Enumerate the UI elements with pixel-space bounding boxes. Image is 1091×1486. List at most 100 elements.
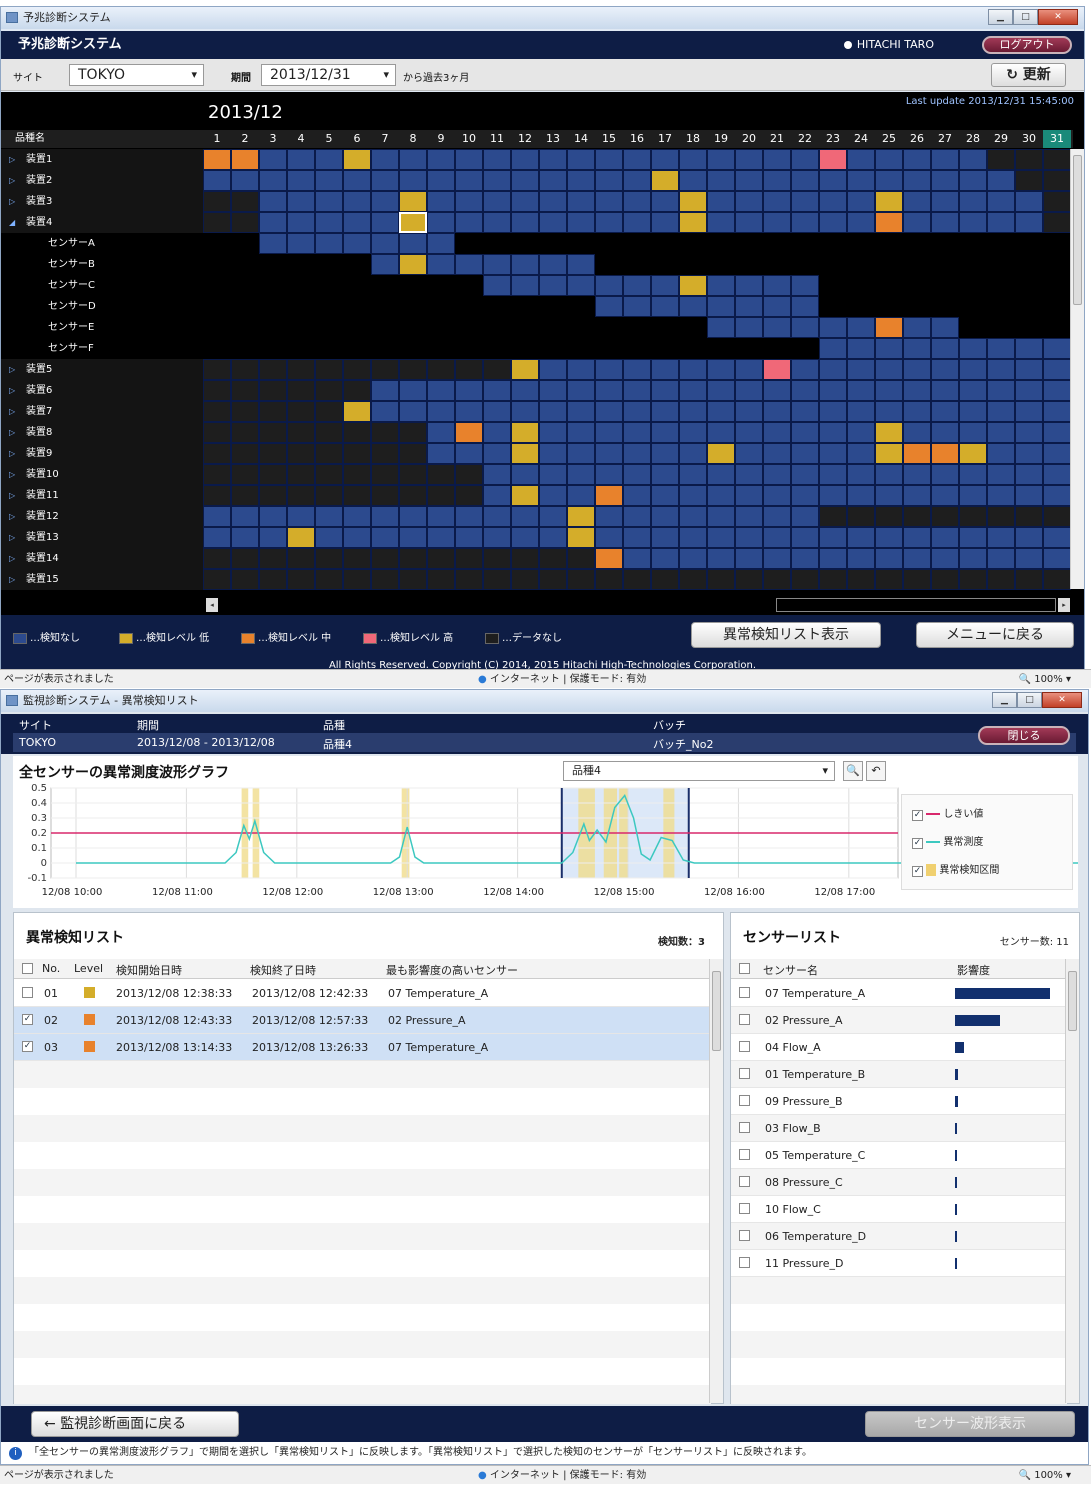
expand-icon[interactable]: ▷	[9, 548, 15, 569]
day-cell[interactable]	[875, 380, 903, 401]
day-cell[interactable]	[1043, 506, 1071, 527]
day-cell[interactable]	[511, 380, 539, 401]
day-cell[interactable]	[847, 191, 875, 212]
day-cell[interactable]	[455, 422, 483, 443]
row-name[interactable]: ▷ 装置3	[1, 191, 203, 212]
day-cell[interactable]	[651, 401, 679, 422]
day-cell[interactable]	[847, 443, 875, 464]
day-cell[interactable]	[707, 317, 735, 338]
day-cell[interactable]	[707, 548, 735, 569]
day-cell[interactable]	[203, 191, 231, 212]
day-cell[interactable]	[959, 338, 987, 359]
day-cell[interactable]	[371, 380, 399, 401]
row-name[interactable]: センサーB	[1, 254, 203, 275]
day-cell[interactable]	[959, 401, 987, 422]
day-cell[interactable]	[287, 233, 315, 254]
day-cell[interactable]	[735, 149, 763, 170]
day-cell[interactable]	[595, 359, 623, 380]
day-cell[interactable]	[791, 464, 819, 485]
day-cell[interactable]	[707, 212, 735, 233]
day-cell[interactable]	[651, 464, 679, 485]
day-cell[interactable]	[511, 485, 539, 506]
sensor-checkbox[interactable]	[739, 1203, 750, 1214]
day-cell[interactable]	[679, 170, 707, 191]
day-cell[interactable]	[203, 548, 231, 569]
close-window-button[interactable]: ✕	[1038, 9, 1078, 25]
sensor-checkbox[interactable]	[739, 1095, 750, 1106]
day-cell[interactable]	[1043, 527, 1071, 548]
day-cell[interactable]	[399, 422, 427, 443]
day-cell[interactable]	[259, 506, 287, 527]
day-cell[interactable]	[203, 422, 231, 443]
day-cell[interactable]	[623, 548, 651, 569]
sensor-checkbox[interactable]	[739, 1068, 750, 1079]
day-cell[interactable]	[511, 548, 539, 569]
day-cell[interactable]	[483, 191, 511, 212]
day-cell[interactable]	[819, 548, 847, 569]
day-cell[interactable]	[483, 170, 511, 191]
row-name[interactable]: ◢ 装置4	[1, 212, 203, 233]
sensor-checkbox[interactable]	[739, 1149, 750, 1160]
day-cell[interactable]	[511, 464, 539, 485]
expand-icon[interactable]: ▷	[9, 527, 15, 548]
day-cell[interactable]	[231, 401, 259, 422]
day-cell[interactable]	[595, 464, 623, 485]
day-cell[interactable]	[987, 548, 1015, 569]
day-cell[interactable]	[399, 359, 427, 380]
day-cell[interactable]	[1015, 149, 1043, 170]
expand-icon[interactable]: ▷	[9, 464, 15, 485]
day-cell[interactable]	[343, 422, 371, 443]
day-cell[interactable]	[315, 422, 343, 443]
day-cell[interactable]	[651, 296, 679, 317]
day-cell[interactable]	[315, 569, 343, 590]
day-cell[interactable]	[623, 464, 651, 485]
day-cell[interactable]	[203, 485, 231, 506]
sensor-waveform-button[interactable]: センサー波形表示	[865, 1411, 1075, 1437]
site-select[interactable]: TOKYO	[69, 64, 204, 86]
day-cell[interactable]	[259, 401, 287, 422]
type-select[interactable]: 品種4	[563, 761, 835, 781]
day-cell[interactable]	[651, 527, 679, 548]
day-cell[interactable]	[623, 296, 651, 317]
day-cell[interactable]	[483, 527, 511, 548]
day-cell[interactable]	[427, 422, 455, 443]
day-cell[interactable]	[819, 170, 847, 191]
day-cell[interactable]	[623, 443, 651, 464]
select-all-checkbox[interactable]	[22, 963, 33, 974]
day-cell[interactable]	[259, 422, 287, 443]
day-cell[interactable]	[987, 485, 1015, 506]
day-cell[interactable]	[903, 380, 931, 401]
day-cell[interactable]	[931, 338, 959, 359]
row-checkbox[interactable]: ✓	[22, 1041, 33, 1052]
expand-icon[interactable]: ▷	[9, 191, 15, 212]
day-cell[interactable]	[231, 506, 259, 527]
day-cell[interactable]	[567, 422, 595, 443]
day-cell[interactable]	[567, 170, 595, 191]
day-cell[interactable]	[1015, 338, 1043, 359]
day-cell[interactable]	[231, 485, 259, 506]
day-cell[interactable]	[427, 359, 455, 380]
day-cell[interactable]	[315, 401, 343, 422]
sensor-row[interactable]: 03 Flow_B	[731, 1115, 1067, 1142]
day-cell[interactable]	[763, 485, 791, 506]
list-row[interactable]: ✓ 03 2013/12/08 13:14:33 2013/12/08 13:26:3…	[14, 1034, 711, 1061]
sensor-row[interactable]: 05 Temperature_C	[731, 1142, 1067, 1169]
day-cell[interactable]	[1043, 485, 1071, 506]
reset-zoom-button[interactable]: ↶	[866, 761, 886, 781]
row-name[interactable]: ▷ 装置1	[1, 149, 203, 170]
day-cell[interactable]	[399, 380, 427, 401]
legend-threshold[interactable]: ✓ しきい値	[912, 805, 983, 821]
sensor-row[interactable]: 01 Temperature_B	[731, 1061, 1067, 1088]
day-cell[interactable]	[259, 191, 287, 212]
sensor-checkbox[interactable]	[739, 1230, 750, 1241]
day-cell[interactable]	[903, 443, 931, 464]
measure-checkbox[interactable]: ✓	[912, 838, 923, 849]
sensor-row[interactable]: 06 Temperature_D	[731, 1223, 1067, 1250]
refresh-button[interactable]: ↻ 更新	[991, 63, 1066, 87]
day-cell[interactable]	[343, 548, 371, 569]
day-cell[interactable]	[791, 380, 819, 401]
day-cell[interactable]	[791, 317, 819, 338]
day-cell[interactable]	[1015, 548, 1043, 569]
day-cell[interactable]	[763, 149, 791, 170]
day-cell[interactable]	[987, 506, 1015, 527]
